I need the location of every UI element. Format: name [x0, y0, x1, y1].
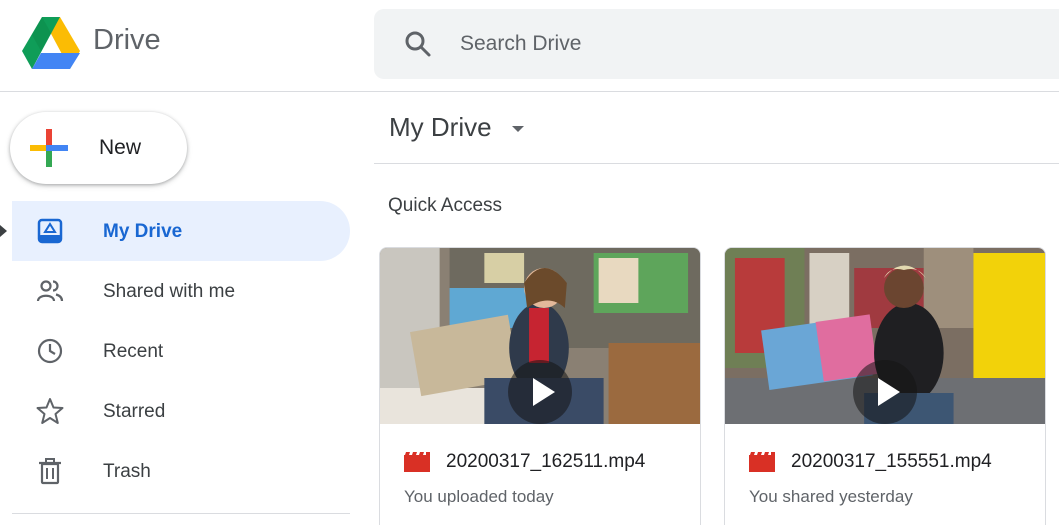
quick-access-heading: Quick Access: [388, 195, 503, 216]
breadcrumb[interactable]: My Drive: [389, 112, 492, 143]
file-name[interactable]: 20200317_155551.mp4: [791, 451, 992, 473]
app-title[interactable]: Drive: [93, 24, 161, 57]
play-icon[interactable]: [853, 360, 917, 424]
sidebar-item-trash[interactable]: Trash: [0, 441, 350, 501]
clock-icon: [37, 338, 63, 364]
sidebar-item-label: Trash: [103, 461, 151, 482]
people-icon: [36, 280, 64, 302]
video-file-icon: [749, 452, 775, 472]
chevron-down-icon[interactable]: [512, 126, 524, 132]
file-meta: You uploaded today: [404, 487, 554, 506]
sidebar-nav: My Drive Shared with me Recent Starred T…: [0, 201, 350, 501]
sidebar-divider: [12, 513, 350, 514]
expand-caret-icon[interactable]: [0, 225, 7, 237]
star-icon: [36, 398, 64, 424]
new-button-label: New: [99, 136, 142, 159]
sidebar-item-label: My Drive: [103, 221, 183, 242]
search-icon[interactable]: [404, 30, 432, 58]
video-file-icon: [404, 452, 430, 472]
main-divider: [374, 163, 1059, 164]
search-input[interactable]: Search Drive: [460, 32, 581, 56]
sidebar-item-label: Shared with me: [103, 281, 236, 302]
sidebar-item-label: Recent: [103, 341, 164, 362]
sidebar-item-my-drive[interactable]: My Drive: [0, 201, 350, 261]
my-drive-icon: [37, 218, 63, 244]
plus-multicolor-icon: [30, 129, 68, 167]
search-bar[interactable]: Search Drive: [374, 9, 1059, 79]
google-drive-logo-icon[interactable]: [22, 17, 80, 69]
new-button[interactable]: New: [10, 112, 187, 184]
sidebar-item-recent[interactable]: Recent: [0, 321, 350, 381]
trash-icon: [39, 458, 61, 485]
sidebar-item-starred[interactable]: Starred: [0, 381, 350, 441]
file-card[interactable]: 20200317_155551.mp4 You shared yesterday: [724, 247, 1046, 525]
file-name[interactable]: 20200317_162511.mp4: [446, 451, 645, 473]
file-meta: You shared yesterday: [749, 487, 913, 506]
play-icon[interactable]: [508, 360, 572, 424]
sidebar-item-label: Starred: [103, 401, 166, 422]
header-divider: [0, 91, 1059, 92]
sidebar-item-shared-with-me[interactable]: Shared with me: [0, 261, 350, 321]
file-card[interactable]: 20200317_162511.mp4 You uploaded today: [379, 247, 701, 525]
